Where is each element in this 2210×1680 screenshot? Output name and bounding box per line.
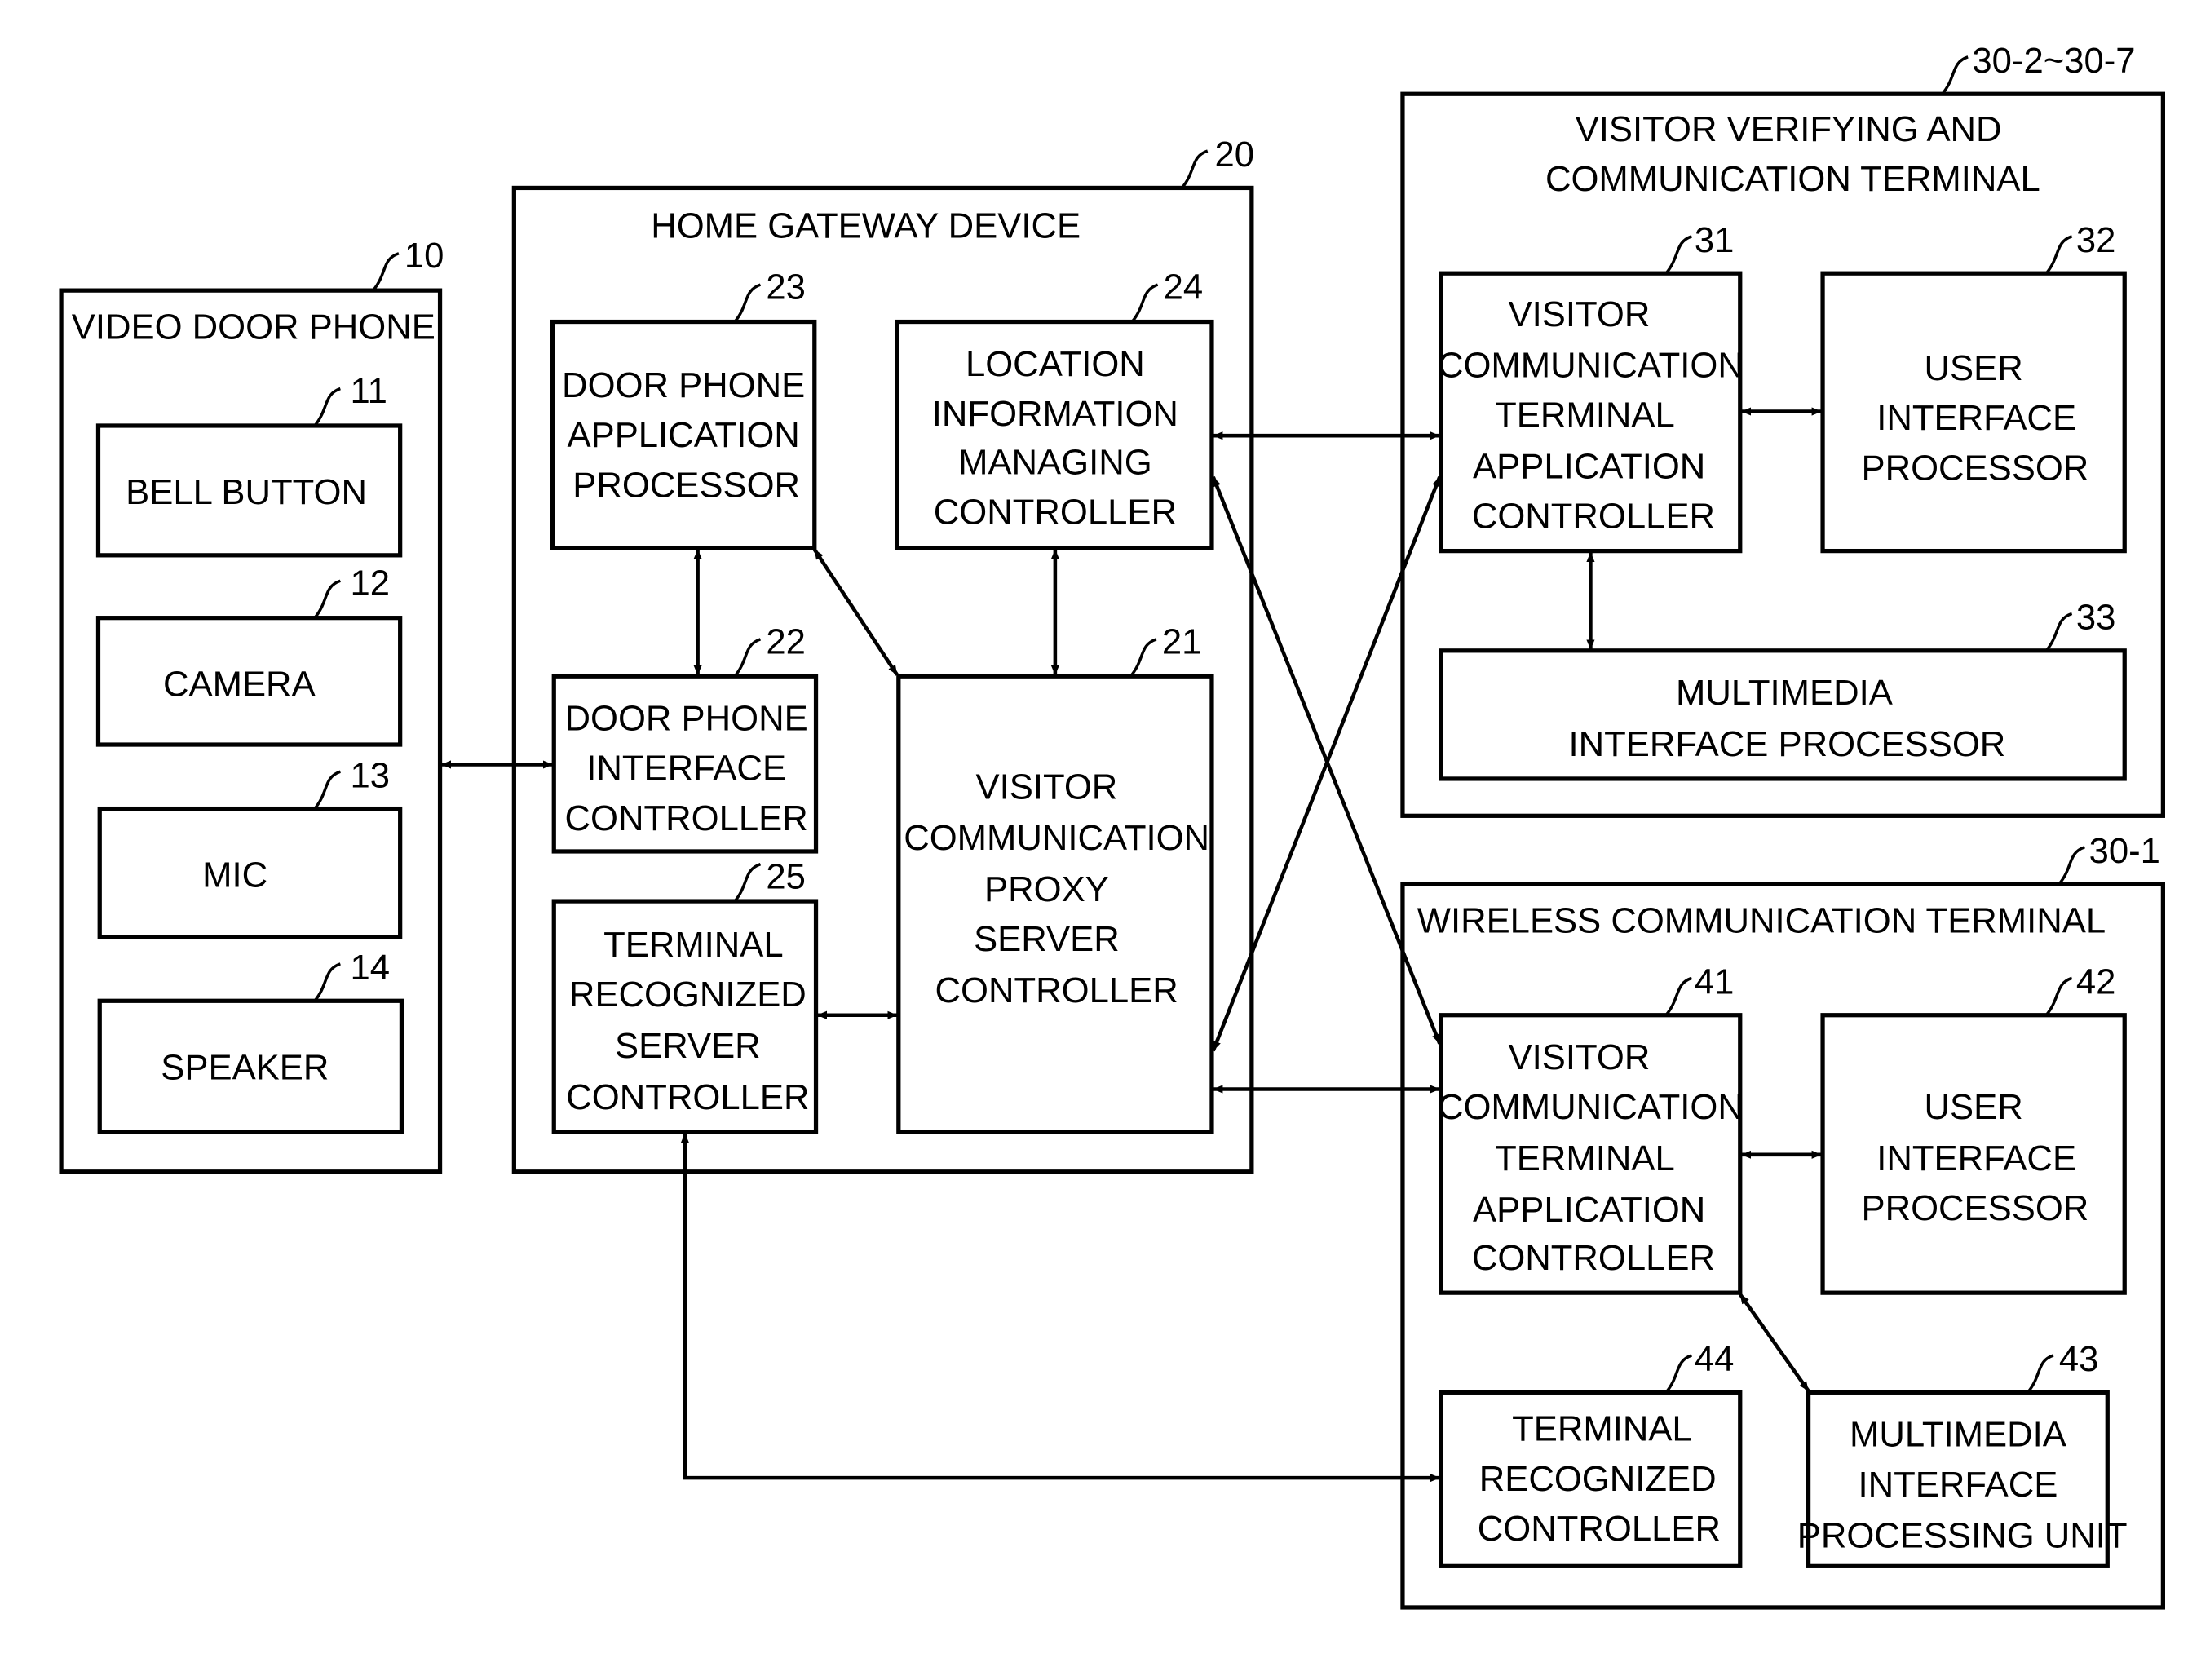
ref-label-23: 23 — [766, 267, 806, 307]
ref-label-12: 12 — [351, 564, 391, 603]
wl-app-controller-line-4: APPLICATION — [1473, 1190, 1705, 1230]
camera-label: CAMERA — [163, 665, 316, 705]
wl-ui-processor-line-2: INTERFACE — [1876, 1138, 2076, 1178]
wl-multimedia-unit-line-2: INTERFACE — [1859, 1465, 2058, 1505]
vv-multimedia-processor-line-2: INTERFACE PROCESSOR — [1569, 724, 2006, 764]
visitor-comm-proxy-server-controller-line-1: VISITOR — [976, 767, 1118, 807]
vv-multimedia-processor-line-1: MULTIMEDIA — [1676, 673, 1894, 713]
ref-label-10: 10 — [404, 236, 444, 276]
vv-app-controller-line-3: TERMINAL — [1495, 396, 1675, 435]
vv-ui-processor-line-2: INTERFACE — [1876, 398, 2076, 438]
ref-label-30-2-30-7: 30-2~30-7 — [1972, 41, 2135, 81]
ref-label-13: 13 — [351, 755, 391, 795]
wl-ui-processor-line-1: USER — [1925, 1087, 2023, 1127]
vv-app-controller-line-5: CONTROLLER — [1472, 497, 1715, 537]
ref-leader-13 — [313, 770, 341, 810]
ref-leader-32 — [2044, 235, 2073, 275]
ref-leader-41 — [1664, 976, 1693, 1016]
vv-app-controller-line-4: APPLICATION — [1473, 447, 1705, 487]
ref-leader-10 — [372, 252, 400, 292]
ref-leader-20 — [1180, 149, 1209, 189]
visitor-comm-proxy-server-controller-line-5: CONTROLLER — [935, 970, 1178, 1010]
ref-leader-21 — [1129, 638, 1157, 678]
ref-leader-25 — [733, 863, 762, 903]
door-phone-interface-controller-line-3: CONTROLLER — [565, 798, 808, 838]
ref-leader-11 — [313, 387, 341, 427]
arrow-app-processor-to-proxy — [812, 548, 899, 676]
ref-label-14: 14 — [351, 948, 391, 988]
wl-app-controller-line-3: TERMINAL — [1495, 1138, 1675, 1178]
ref-label-21: 21 — [1162, 621, 1202, 661]
wl-terminal-recognized-controller-line-1: TERMINAL — [1512, 1409, 1692, 1449]
door-phone-app-processor-line-1: DOOR PHONE — [562, 365, 805, 405]
ref-leader-12 — [313, 579, 341, 619]
ref-label-24: 24 — [1164, 267, 1204, 307]
mic-label: MIC — [202, 855, 267, 895]
visitor-comm-proxy-server-controller-line-2: COMMUNICATION — [904, 818, 1209, 858]
wireless-terminal-title: WIRELESS COMMUNICATION TERMINAL — [1417, 900, 2106, 940]
door-phone-app-processor-line-3: PROCESSOR — [572, 465, 800, 505]
ref-label-25: 25 — [766, 856, 806, 896]
location-info-controller-line-4: CONTROLLER — [934, 492, 1177, 532]
ref-leader-43 — [2027, 1354, 2054, 1394]
ref-leader-44 — [1664, 1354, 1693, 1394]
ref-leader-30-2 — [1941, 55, 1969, 95]
wl-app-controller-line-1: VISITOR — [1509, 1037, 1651, 1077]
ref-leader-24 — [1130, 283, 1159, 323]
vv-ui-processor-line-1: USER — [1925, 348, 2023, 388]
wl-terminal-recognized-controller-line-2: RECOGNIZED — [1479, 1459, 1717, 1499]
terminal-recognized-server-controller-line-1: TERMINAL — [603, 925, 784, 965]
speaker-label: SPEAKER — [161, 1047, 329, 1087]
ref-leader-22 — [733, 638, 762, 678]
ref-label-44: 44 — [1695, 1339, 1735, 1379]
ref-leader-14 — [313, 962, 341, 1002]
ref-label-20: 20 — [1214, 135, 1254, 175]
location-info-controller-line-3: MANAGING — [958, 442, 1152, 482]
video-door-phone-title: VIDEO DOOR PHONE — [72, 307, 435, 347]
wireless-terminal-group: WIRELESS COMMUNICATION TERMINAL 30-1 VIS… — [1400, 831, 2165, 1610]
vv-app-controller-line-2: COMMUNICATION — [1438, 346, 1744, 386]
door-phone-interface-controller-line-1: DOOR PHONE — [565, 699, 808, 739]
home-gateway-title: HOME GATEWAY DEVICE — [651, 206, 1081, 246]
ref-label-42: 42 — [2076, 962, 2116, 1002]
arrow-wl-app-to-multimedia — [1738, 1293, 1810, 1392]
arrow-terminal-server-to-wl-terminal-recognized — [680, 1133, 1440, 1483]
wl-app-controller-line-5: CONTROLLER — [1472, 1238, 1715, 1278]
terminal-recognized-server-controller-line-2: RECOGNIZED — [569, 975, 807, 1015]
location-info-controller-line-2: INFORMATION — [932, 394, 1178, 434]
terminal-recognized-server-controller-line-3: SERVER — [615, 1026, 761, 1066]
ref-label-22: 22 — [766, 621, 806, 661]
wl-ui-processor-line-3: PROCESSOR — [1861, 1188, 2088, 1228]
video-door-phone-group: VIDEO DOOR PHONE 10 BELL BUTTON 11 CAMER… — [59, 236, 444, 1174]
vv-ui-processor-line-3: PROCESSOR — [1861, 448, 2088, 488]
ref-leader-23 — [733, 283, 762, 323]
visitor-verifying-terminal-title-line-2: COMMUNICATION TERMINAL — [1545, 159, 2040, 199]
ref-label-43: 43 — [2059, 1339, 2099, 1379]
block-diagram: VIDEO DOOR PHONE 10 BELL BUTTON 11 CAMER… — [59, 41, 2165, 1610]
location-info-controller-line-1: LOCATION — [966, 344, 1145, 384]
vv-app-controller-line-1: VISITOR — [1509, 294, 1651, 334]
visitor-verifying-terminal-group: VISITOR VERIFYING AND COMMUNICATION TERM… — [1400, 41, 2165, 818]
wl-terminal-recognized-controller-line-3: CONTROLLER — [1478, 1509, 1721, 1549]
visitor-comm-proxy-server-controller-line-4: SERVER — [974, 919, 1120, 959]
ref-label-33: 33 — [2076, 598, 2116, 638]
ref-leader-31 — [1664, 235, 1693, 275]
door-phone-app-processor-line-2: APPLICATION — [568, 415, 800, 455]
wl-app-controller-line-2: COMMUNICATION — [1438, 1087, 1744, 1127]
ref-label-41: 41 — [1695, 962, 1735, 1002]
ref-leader-42 — [2044, 976, 2073, 1016]
door-phone-interface-controller-line-2: INTERFACE — [586, 749, 786, 789]
ref-leader-30-1 — [2058, 846, 2085, 886]
visitor-verifying-terminal-title-line-1: VISITOR VERIFYING AND — [1576, 109, 2002, 149]
ref-label-32: 32 — [2076, 220, 2116, 260]
ref-label-30-1: 30-1 — [2089, 831, 2160, 871]
terminal-recognized-server-controller-line-4: CONTROLLER — [566, 1077, 809, 1117]
ref-label-11: 11 — [351, 371, 387, 411]
wl-multimedia-unit-line-3: PROCESSING UNIT — [1797, 1516, 2128, 1556]
ref-label-31: 31 — [1695, 220, 1735, 260]
ref-leader-33 — [2044, 612, 2073, 652]
wl-multimedia-unit-line-1: MULTIMEDIA — [1850, 1415, 2067, 1455]
visitor-comm-proxy-server-controller-line-3: PROXY — [984, 869, 1109, 909]
bell-button-label: BELL BUTTON — [126, 472, 367, 512]
